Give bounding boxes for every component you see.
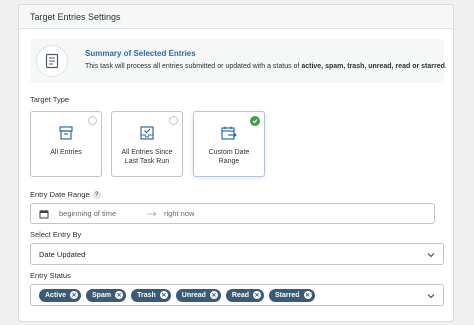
target-type-label: Target Type bbox=[30, 95, 70, 104]
summary-statuses: active, spam, trash, unread, read or sta… bbox=[301, 63, 445, 70]
remove-icon[interactable]: ✕ bbox=[159, 291, 168, 299]
entry-date-range-text: Entry Date Range bbox=[30, 190, 90, 199]
date-range-field[interactable]: beginning of time right now bbox=[30, 203, 435, 224]
help-icon[interactable]: ? bbox=[92, 191, 101, 200]
end-date-input[interactable]: right now bbox=[164, 209, 194, 218]
summary-text-prefix: This task will process all entries submi… bbox=[85, 63, 302, 70]
status-tag-active: Active ✕ bbox=[39, 288, 82, 302]
start-date-input[interactable]: beginning of time bbox=[59, 209, 147, 218]
remove-icon[interactable]: ✕ bbox=[209, 291, 218, 299]
target-card-custom-date-range[interactable]: Custom Date Range bbox=[193, 111, 265, 177]
archive-box-icon bbox=[58, 124, 74, 142]
card-label: Custom Date Range bbox=[208, 149, 250, 165]
status-tag-starred: Starred ✕ bbox=[269, 288, 315, 302]
card-label-line1: All Entries Since bbox=[121, 149, 173, 156]
entry-date-range-label: Entry Date Range? bbox=[30, 190, 101, 200]
inbox-check-icon bbox=[139, 124, 155, 142]
status-tag-list: Active ✕ Spam ✕ Trash ✕ Unread ✕ Read ✕ Starr… bbox=[39, 288, 320, 302]
card-label-line2: Last Task Run bbox=[124, 158, 170, 165]
summary-box: Summary of Selected Entries This task wi… bbox=[30, 39, 447, 83]
status-tag-unread: Unread ✕ bbox=[175, 288, 221, 302]
remove-icon[interactable]: ✕ bbox=[115, 291, 124, 299]
summary-title: Summary of Selected Entries bbox=[85, 49, 196, 58]
chevron-down-icon bbox=[427, 251, 435, 260]
select-entry-by-value: Date Updated bbox=[39, 249, 86, 259]
remove-icon[interactable]: ✕ bbox=[303, 291, 312, 299]
arrow-right-icon bbox=[147, 210, 157, 217]
status-tag-spam: Spam ✕ bbox=[86, 288, 127, 302]
target-card-since-last-run[interactable]: All Entries Since Last Task Run bbox=[111, 111, 183, 177]
card-label: All Entries bbox=[50, 149, 82, 156]
tag-label: Trash bbox=[137, 291, 156, 299]
document-list-icon bbox=[36, 45, 68, 77]
check-icon[interactable] bbox=[250, 116, 260, 126]
panel-title: Target Entries Settings bbox=[30, 11, 121, 22]
target-card-all-entries[interactable]: All Entries bbox=[30, 111, 102, 177]
remove-icon[interactable]: ✕ bbox=[253, 291, 262, 299]
tag-label: Starred bbox=[275, 291, 300, 299]
remove-icon[interactable]: ✕ bbox=[70, 291, 79, 299]
card-label: All Entries Since Last Task Run bbox=[118, 148, 177, 166]
radio-unselected[interactable] bbox=[169, 116, 178, 125]
calendar-icon bbox=[39, 209, 49, 219]
tag-label: Read bbox=[231, 291, 250, 299]
tag-label: Spam bbox=[92, 291, 112, 299]
radio-unselected[interactable] bbox=[88, 116, 97, 125]
tag-label: Active bbox=[45, 291, 67, 299]
status-tag-trash: Trash ✕ bbox=[131, 288, 171, 302]
entry-status-multiselect[interactable]: Active ✕ Spam ✕ Trash ✕ Unread ✕ Read ✕ Starr… bbox=[30, 284, 444, 306]
entry-status-label: Entry Status bbox=[30, 271, 71, 280]
select-entry-by-label: Select Entry By bbox=[30, 230, 82, 239]
select-entry-by-dropdown[interactable]: Date Updated bbox=[30, 243, 444, 265]
panel-header: Target Entries Settings bbox=[19, 5, 453, 29]
chevron-down-icon[interactable] bbox=[427, 292, 435, 301]
summary-text-suffix: . bbox=[444, 63, 447, 70]
calendar-arrow-icon bbox=[220, 124, 238, 142]
summary-text: This task will process all entries submi… bbox=[85, 63, 447, 70]
target-entries-panel: Target Entries Settings Summary of Selec… bbox=[18, 4, 454, 322]
status-tag-read: Read ✕ bbox=[225, 288, 265, 302]
tag-label: Unread bbox=[181, 291, 206, 299]
